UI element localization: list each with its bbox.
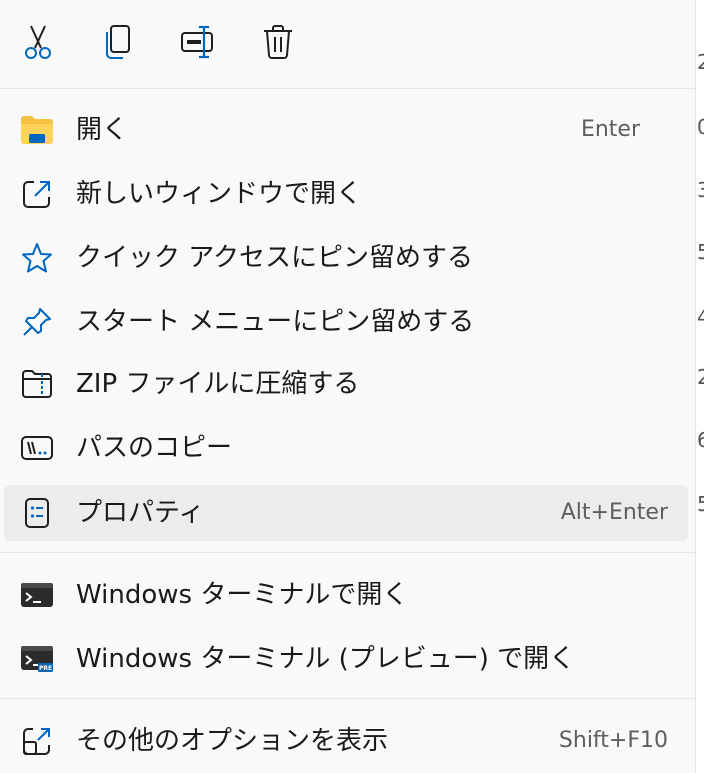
menu-item-label: Windows ターミナル (プレビュー) で開く [76, 644, 576, 674]
background-char: 2 [697, 50, 704, 74]
menu-item-label: その他のオプションを表示 [76, 726, 389, 756]
star-icon [20, 242, 54, 274]
trash-icon [264, 25, 292, 59]
background-char: 2 [697, 365, 704, 389]
menu-item-label: クイック アクセスにピン留めする [76, 243, 473, 273]
menu-item-pin-start[interactable]: スタート メニューにピン留めする [4, 294, 688, 350]
background-char: 0 [697, 115, 704, 139]
menu-item-label: ZIP ファイルに圧縮する [76, 369, 360, 399]
menu-item-label: 開く [76, 115, 129, 145]
background-char: 6 [697, 428, 704, 452]
menu-item-shortcut: Enter [580, 117, 640, 142]
menu-item-shortcut: Shift+F10 [558, 728, 668, 753]
background-char: 4 [697, 305, 704, 329]
menu-item-show-more-options[interactable]: その他のオプションを表示 Shift+F10 [4, 713, 688, 769]
folder-icon [20, 114, 54, 146]
menu-item-label: パスのコピー [76, 433, 233, 463]
zip-folder-icon [20, 368, 54, 400]
copy-path-icon [20, 432, 54, 464]
cut-button[interactable] [18, 22, 58, 62]
terminal-icon [20, 579, 54, 611]
rename-button[interactable] [178, 22, 218, 62]
delete-button[interactable] [258, 22, 298, 62]
more-options-icon [20, 725, 54, 757]
scissors-icon [25, 25, 51, 59]
context-menu: 開く Enter 新しいウィンドウで開く クイック アクセスにピン留めする スタ… [0, 0, 696, 773]
copy-button[interactable] [98, 22, 138, 62]
terminal-preview-icon: PRE [20, 643, 54, 675]
menu-divider [0, 88, 696, 89]
menu-divider [0, 698, 696, 699]
context-menu-toolbar [0, 0, 696, 88]
background-char: 5 [697, 492, 704, 516]
menu-item-compress-zip[interactable]: ZIP ファイルに圧縮する [4, 356, 688, 412]
open-in-new-window-icon [20, 178, 54, 210]
background-file-list-edge: 2 0 3 5 4 2 6 5 [697, 0, 704, 773]
copy-icon [106, 25, 130, 59]
svg-text:PRE: PRE [39, 665, 52, 672]
menu-item-label: スタート メニューにピン留めする [76, 307, 475, 337]
menu-divider [0, 552, 696, 553]
properties-icon [20, 497, 54, 529]
background-char: 3 [697, 178, 704, 202]
menu-item-open-new-window[interactable]: 新しいウィンドウで開く [4, 166, 688, 222]
menu-item-label: Windows ターミナルで開く [76, 580, 409, 610]
menu-item-label: プロパティ [76, 498, 205, 528]
menu-item-open-terminal[interactable]: Windows ターミナルで開く [4, 567, 688, 623]
menu-item-properties[interactable]: プロパティ Alt+Enter [4, 485, 688, 541]
rename-icon [181, 25, 213, 59]
background-char: 5 [697, 240, 704, 264]
menu-item-open-terminal-preview[interactable]: PRE Windows ターミナル (プレビュー) で開く [4, 631, 688, 687]
menu-item-pin-quick-access[interactable]: クイック アクセスにピン留めする [4, 230, 688, 286]
menu-item-shortcut: Alt+Enter [560, 500, 668, 525]
menu-item-copy-path[interactable]: パスのコピー [4, 420, 688, 476]
menu-item-open[interactable]: 開く Enter [4, 102, 688, 158]
pin-icon [20, 306, 54, 338]
menu-item-label: 新しいウィンドウで開く [76, 179, 363, 209]
